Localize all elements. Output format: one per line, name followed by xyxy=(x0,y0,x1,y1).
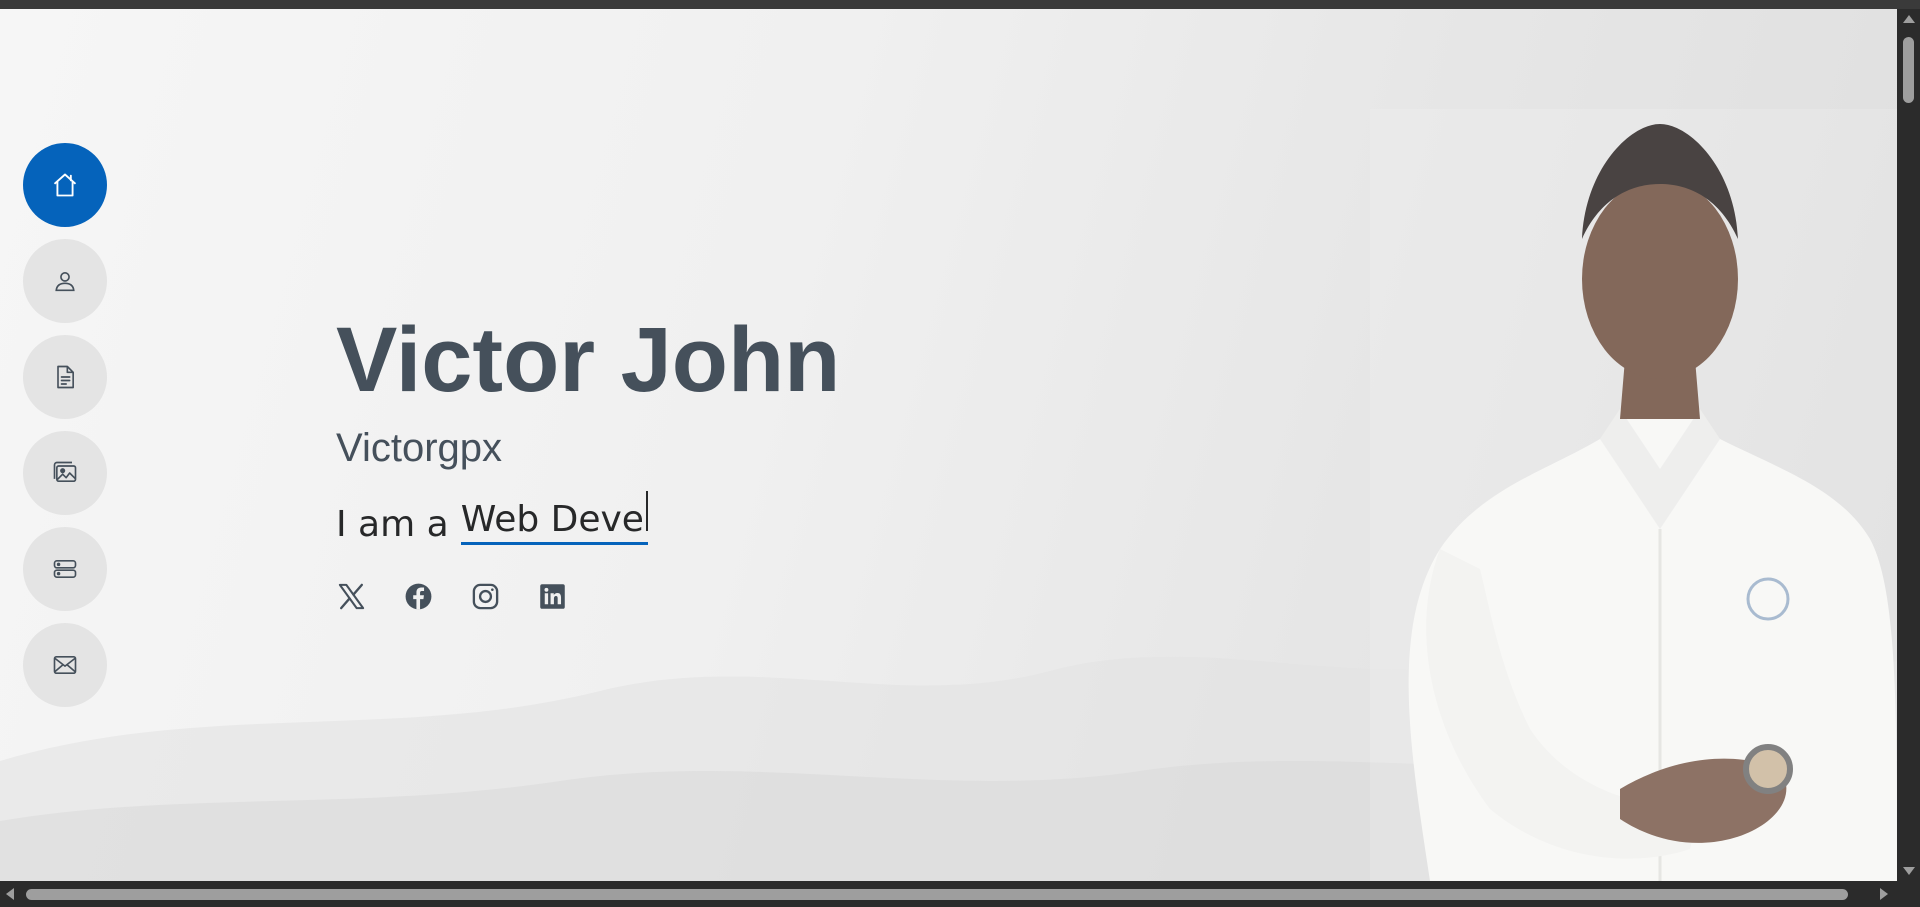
social-links xyxy=(336,581,840,612)
server-icon xyxy=(53,560,77,578)
horizontal-scrollbar[interactable] xyxy=(0,881,1920,907)
horizontal-scroll-thumb[interactable] xyxy=(26,889,1848,900)
profile-portrait xyxy=(1370,109,1897,881)
scroll-up-arrow-icon[interactable] xyxy=(1903,15,1915,23)
hero-section: Victor John Victorgpx I am a Web Deve xyxy=(336,314,840,612)
file-text-icon xyxy=(57,365,74,389)
nav-resume-button[interactable] xyxy=(23,335,107,419)
x-twitter-link[interactable] xyxy=(336,581,367,612)
person-icon xyxy=(55,272,75,292)
typing-cursor xyxy=(645,491,648,531)
images-icon xyxy=(53,461,77,482)
hero-handle: Victorgpx xyxy=(336,426,503,470)
instagram-link[interactable] xyxy=(470,581,501,612)
side-navigation xyxy=(23,143,107,707)
facebook-icon xyxy=(405,583,432,610)
typed-text: Web Deve xyxy=(460,491,648,545)
typed-prefix: I am a xyxy=(336,504,449,545)
home-icon xyxy=(53,173,77,197)
window-top-bar xyxy=(0,0,1920,9)
envelope-icon xyxy=(53,656,77,674)
page-viewport: Victor John Victorgpx I am a Web Deve xyxy=(0,9,1897,881)
nav-contact-button[interactable] xyxy=(23,623,107,707)
nav-home-button[interactable] xyxy=(23,143,107,227)
nav-about-button[interactable] xyxy=(23,239,107,323)
facebook-link[interactable] xyxy=(403,581,434,612)
hero-name: Victor John xyxy=(336,309,841,411)
scroll-left-arrow-icon[interactable] xyxy=(6,888,14,900)
linkedin-icon xyxy=(540,584,565,609)
nav-portfolio-button[interactable] xyxy=(23,431,107,515)
scrollbar-corner xyxy=(1897,881,1920,907)
typed-text-value: Web Deve xyxy=(460,499,644,540)
scroll-down-arrow-icon[interactable] xyxy=(1903,867,1915,875)
instagram-icon xyxy=(472,583,499,610)
vertical-scroll-thumb[interactable] xyxy=(1903,37,1914,103)
typed-line: I am a Web Deve xyxy=(336,491,840,545)
scroll-right-arrow-icon[interactable] xyxy=(1880,888,1888,900)
nav-services-button[interactable] xyxy=(23,527,107,611)
x-twitter-icon xyxy=(338,583,365,610)
linkedin-link[interactable] xyxy=(537,581,568,612)
vertical-scrollbar[interactable] xyxy=(1897,9,1920,881)
